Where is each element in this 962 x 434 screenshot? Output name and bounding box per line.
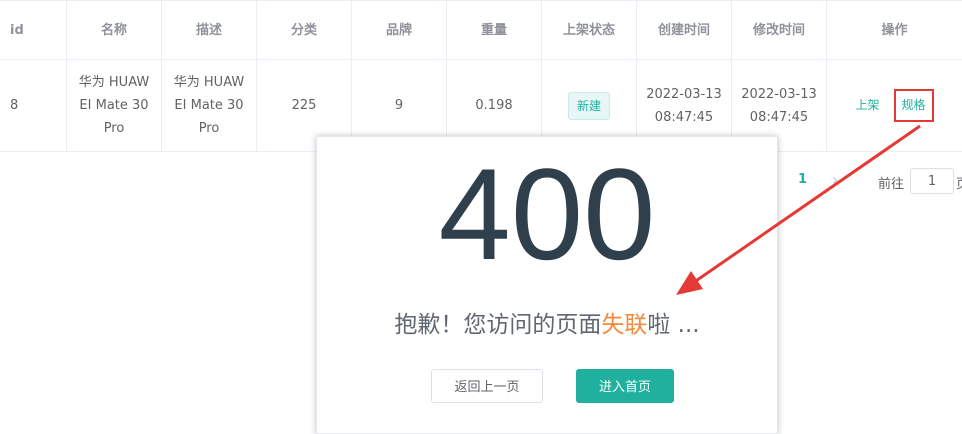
go-home-button[interactable]: 进入首页	[576, 369, 674, 403]
table-header: id 名称 描述 分类 品牌 重量 上架状态 创建时间 修改时间 操作	[0, 0, 962, 60]
header-id[interactable]: id	[0, 1, 67, 59]
spec-link[interactable]: 规格	[902, 98, 926, 112]
header-name[interactable]: 名称	[67, 1, 162, 59]
pagination-page-suffix: 页	[956, 173, 962, 192]
error-page-modal: 400 抱歉！您访问的页面失联啦 ... 返回上一页 进入首页	[316, 136, 778, 434]
error-code: 400	[438, 141, 656, 287]
error-message-highlight: 失联	[601, 312, 648, 338]
header-category[interactable]: 分类	[257, 1, 352, 59]
pagination-goto-input[interactable]	[910, 168, 954, 194]
error-message: 抱歉！您访问的页面失联啦 ...	[317, 305, 777, 339]
header-created[interactable]: 创建时间	[637, 1, 732, 59]
annotation-highlight-box: 规格	[893, 89, 934, 122]
status-badge: 新建	[567, 91, 610, 120]
cell-name: 华为 HUAWEI Mate 30 Pro	[67, 60, 162, 151]
cell-description: 华为 HUAWEI Mate 30 Pro	[162, 60, 257, 151]
created-time: 2022-03-13 08:47:45	[646, 86, 722, 125]
product-table: id 名称 描述 分类 品牌 重量 上架状态 创建时间 修改时间 操作 8 华为…	[0, 0, 962, 152]
chevron-right-icon[interactable]: ›	[832, 170, 838, 189]
header-description[interactable]: 描述	[162, 1, 257, 59]
pagination-goto-label: 前往	[878, 177, 905, 192]
header-brand[interactable]: 品牌	[352, 1, 447, 59]
modified-time: 2022-03-13 08:47:45	[741, 86, 817, 125]
error-message-prefix: 抱歉！您访问的页面	[394, 312, 602, 338]
cell-id: 8	[0, 60, 67, 151]
cell-actions: 上架 规格	[827, 60, 962, 151]
error-message-suffix: 啦 ...	[647, 312, 700, 338]
header-modified[interactable]: 修改时间	[732, 1, 827, 59]
header-actions: 操作	[881, 22, 908, 38]
go-back-button[interactable]: 返回上一页	[431, 369, 543, 403]
header-status[interactable]: 上架状态	[542, 1, 637, 59]
header-weight[interactable]: 重量	[447, 1, 542, 59]
pagination-current-page[interactable]: 1	[798, 172, 807, 187]
list-on-shelf-link[interactable]: 上架	[855, 94, 879, 117]
product-name: 华为 HUAWEI Mate 30 Pro	[78, 75, 150, 136]
product-description: 华为 HUAWEI Mate 30 Pro	[173, 75, 245, 136]
